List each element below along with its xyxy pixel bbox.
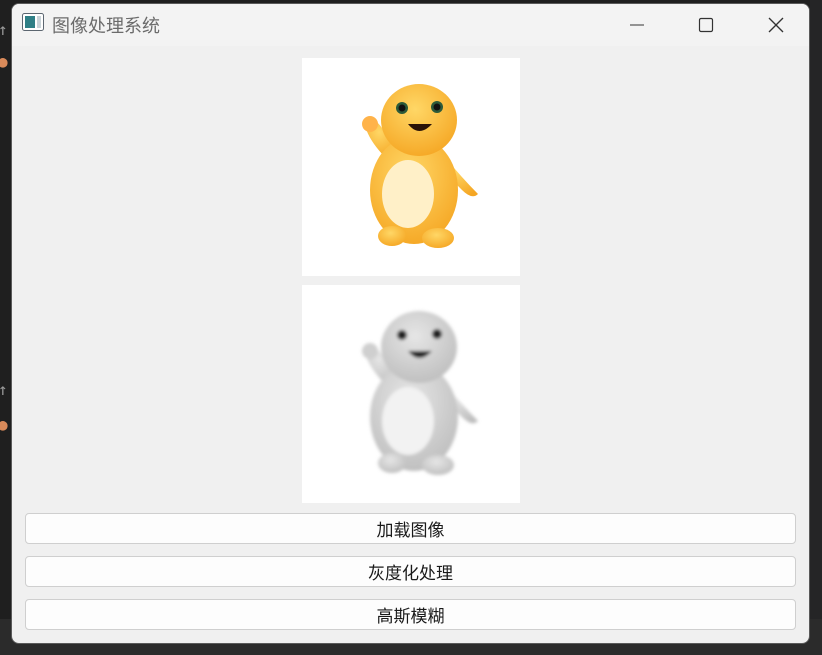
close-button[interactable] (741, 4, 809, 46)
background-arrow-icon: ↑ (0, 380, 8, 399)
load-image-button[interactable]: 加载图像 (25, 513, 796, 544)
original-image-panel (302, 58, 520, 276)
title-bar[interactable]: 图像处理系统 (12, 4, 809, 46)
window-title: 图像处理系统 (52, 16, 160, 37)
grayscale-blurred-mascot-image (362, 311, 478, 475)
maximize-button[interactable] (671, 4, 741, 46)
minimize-button[interactable] (602, 4, 672, 46)
background-arrow-icon: ↑ (0, 20, 8, 39)
grayscale-button[interactable]: 灰度化处理 (25, 556, 796, 587)
gaussian-blur-button[interactable]: 高斯模糊 (25, 599, 796, 630)
close-icon (768, 17, 784, 33)
minimize-icon (630, 24, 644, 26)
background-code-icon: ● (0, 52, 8, 71)
yellow-mascot-image (362, 84, 478, 248)
app-window: 图像处理系统 加载图像 灰度化处理 高斯模糊 (11, 3, 810, 644)
app-window-icon (22, 13, 44, 31)
maximize-icon (698, 17, 714, 33)
background-editor-strip (810, 0, 822, 655)
background-code-icon: ● (0, 415, 8, 434)
processed-image-panel (302, 285, 520, 503)
